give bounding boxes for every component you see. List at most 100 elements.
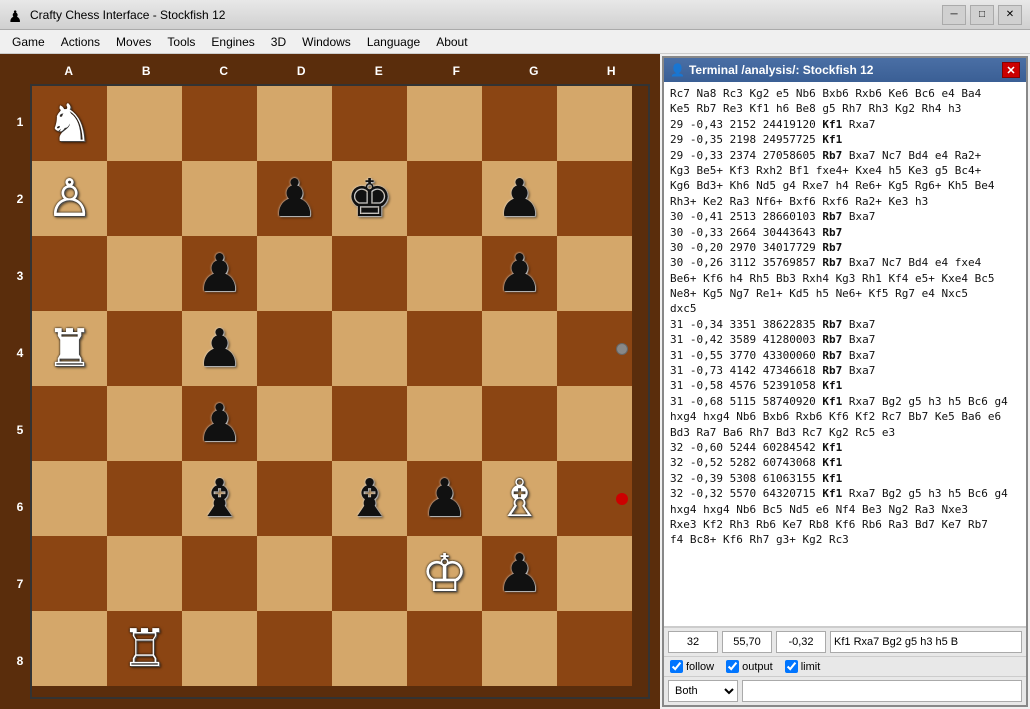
cell-G1[interactable] [482, 611, 557, 686]
eval-input[interactable] [776, 631, 826, 653]
cell-A2[interactable] [32, 536, 107, 611]
cell-A8[interactable]: ♞ [32, 86, 107, 161]
cell-C1[interactable] [182, 611, 257, 686]
maximize-button[interactable]: □ [970, 5, 994, 25]
cell-A1[interactable] [32, 611, 107, 686]
piece-black-F3[interactable]: ♟ [421, 473, 468, 525]
menu-engines[interactable]: Engines [203, 33, 262, 51]
cell-B2[interactable] [107, 536, 182, 611]
cell-C3[interactable]: ♝ [182, 461, 257, 536]
cell-B6[interactable] [107, 236, 182, 311]
cell-B3[interactable] [107, 461, 182, 536]
cell-F5[interactable] [407, 311, 482, 386]
cell-A4[interactable] [32, 386, 107, 461]
cell-B7[interactable] [107, 161, 182, 236]
cell-E8[interactable] [332, 86, 407, 161]
follow-checkbox[interactable] [670, 660, 683, 673]
follow-checkbox-label[interactable]: follow [670, 660, 714, 673]
cell-F7[interactable] [407, 161, 482, 236]
menu-game[interactable]: Game [4, 33, 53, 51]
limit-checkbox-label[interactable]: limit [785, 660, 821, 673]
menu-moves[interactable]: Moves [108, 33, 159, 51]
cell-B5[interactable] [107, 311, 182, 386]
piece-white-G3[interactable]: ♗ [496, 473, 543, 525]
piece-white-F2[interactable]: ♔ [421, 548, 468, 600]
cell-G6[interactable]: ♟ [482, 236, 557, 311]
cell-C4[interactable]: ♟ [182, 386, 257, 461]
side-select[interactable]: Both White Black [668, 680, 738, 702]
cell-D3[interactable] [257, 461, 332, 536]
cell-F4[interactable] [407, 386, 482, 461]
move-input[interactable] [830, 631, 1022, 653]
piece-black-C4[interactable]: ♟ [196, 398, 243, 450]
cell-G8[interactable] [482, 86, 557, 161]
cell-H4[interactable] [557, 386, 632, 461]
piece-black-C5[interactable]: ♟ [196, 323, 243, 375]
cell-B4[interactable] [107, 386, 182, 461]
output-checkbox[interactable] [726, 660, 739, 673]
cell-E1[interactable] [332, 611, 407, 686]
cell-F3[interactable]: ♟ [407, 461, 482, 536]
cell-E3[interactable]: ♝ [332, 461, 407, 536]
cell-D7[interactable]: ♟ [257, 161, 332, 236]
cell-G2[interactable]: ♟ [482, 536, 557, 611]
cell-D4[interactable] [257, 386, 332, 461]
cell-H5[interactable] [557, 311, 632, 386]
cell-B1[interactable]: ♖ [107, 611, 182, 686]
piece-black-G7[interactable]: ♟ [496, 173, 543, 225]
cell-H6[interactable] [557, 236, 632, 311]
cell-H8[interactable] [557, 86, 632, 161]
command-input[interactable] [742, 680, 1022, 702]
cell-H2[interactable] [557, 536, 632, 611]
cell-D2[interactable] [257, 536, 332, 611]
cell-C5[interactable]: ♟ [182, 311, 257, 386]
close-button[interactable]: ✕ [998, 5, 1022, 25]
menu-language[interactable]: Language [359, 33, 428, 51]
piece-black-D7[interactable]: ♟ [271, 173, 318, 225]
cell-D1[interactable] [257, 611, 332, 686]
piece-black-C6[interactable]: ♟ [196, 248, 243, 300]
cell-A5[interactable]: ♜ [32, 311, 107, 386]
piece-black-E3[interactable]: ♝ [346, 473, 393, 525]
cell-D8[interactable] [257, 86, 332, 161]
terminal-close-button[interactable]: ✕ [1002, 62, 1020, 78]
depth-input[interactable] [668, 631, 718, 653]
cell-E7[interactable]: ♚ [332, 161, 407, 236]
cell-F1[interactable] [407, 611, 482, 686]
piece-black-G6[interactable]: ♟ [496, 248, 543, 300]
piece-white-A7[interactable]: ♙ [46, 173, 93, 225]
menu-3d[interactable]: 3D [263, 33, 294, 51]
cell-E6[interactable] [332, 236, 407, 311]
cell-A3[interactable] [32, 461, 107, 536]
cell-G5[interactable] [482, 311, 557, 386]
cell-A6[interactable] [32, 236, 107, 311]
terminal-output[interactable]: Rc7 Na8 Rc3 Kg2 e5 Nb6 Bxb6 Rxb6 Ke6 Bc6… [664, 82, 1026, 627]
score-input[interactable] [722, 631, 772, 653]
piece-white-A5[interactable]: ♜ [46, 323, 93, 375]
cell-G4[interactable] [482, 386, 557, 461]
cell-C2[interactable] [182, 536, 257, 611]
cell-H1[interactable] [557, 611, 632, 686]
menu-about[interactable]: About [428, 33, 475, 51]
minimize-button[interactable]: ─ [942, 5, 966, 25]
cell-D6[interactable] [257, 236, 332, 311]
menu-tools[interactable]: Tools [159, 33, 203, 51]
cell-D5[interactable] [257, 311, 332, 386]
cell-C7[interactable] [182, 161, 257, 236]
cell-F6[interactable] [407, 236, 482, 311]
cell-A7[interactable]: ♙ [32, 161, 107, 236]
cell-G3[interactable]: ♗ [482, 461, 557, 536]
piece-black-G2[interactable]: ♟ [496, 548, 543, 600]
piece-black-C3[interactable]: ♝ [196, 473, 243, 525]
cell-H7[interactable] [557, 161, 632, 236]
limit-checkbox[interactable] [785, 660, 798, 673]
cell-B8[interactable] [107, 86, 182, 161]
piece-white-B1[interactable]: ♖ [121, 623, 168, 675]
output-checkbox-label[interactable]: output [726, 660, 773, 673]
menu-actions[interactable]: Actions [53, 33, 108, 51]
menu-windows[interactable]: Windows [294, 33, 359, 51]
cell-C6[interactable]: ♟ [182, 236, 257, 311]
piece-white-A8[interactable]: ♞ [46, 98, 93, 150]
cell-F8[interactable] [407, 86, 482, 161]
cell-E2[interactable] [332, 536, 407, 611]
